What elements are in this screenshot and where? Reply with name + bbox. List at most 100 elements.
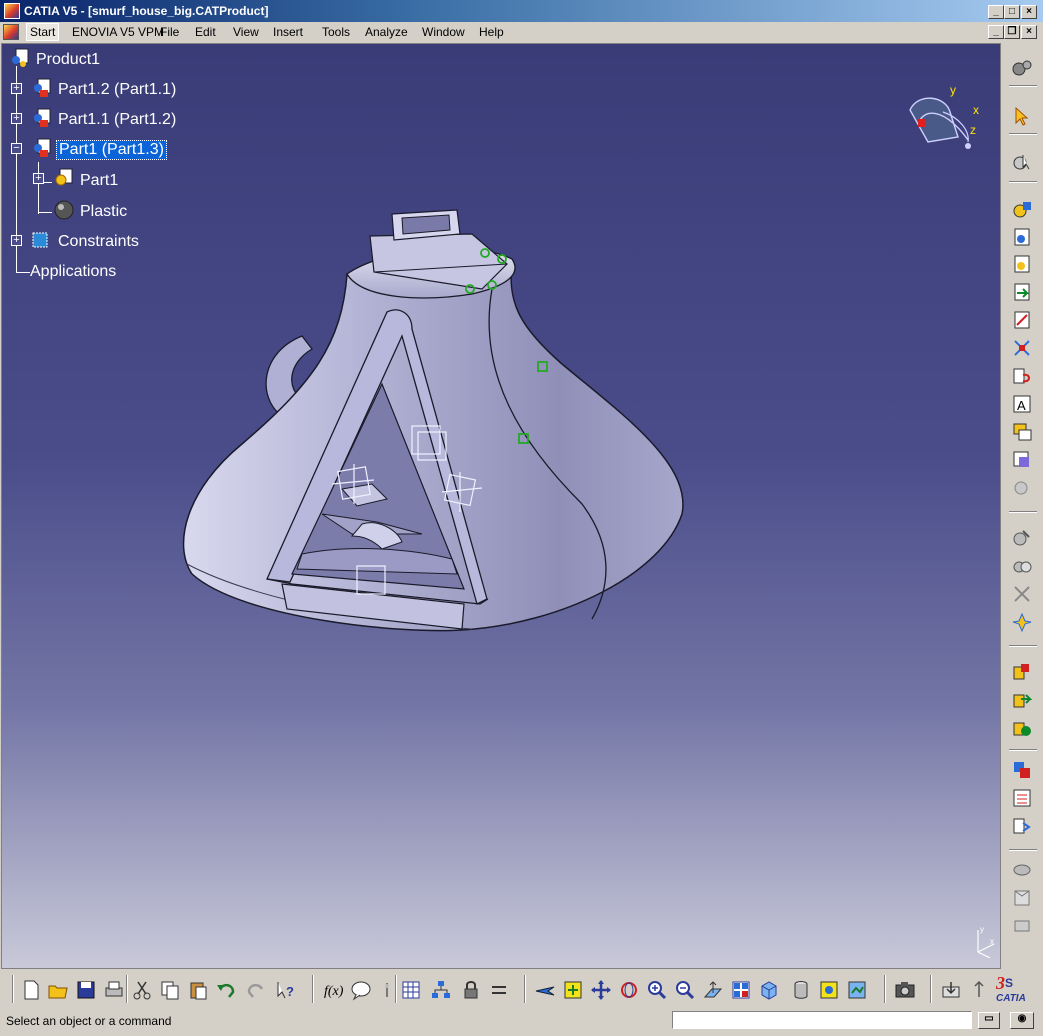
expand-constraints-icon[interactable]: + [11,235,22,246]
svg-text:y: y [980,925,984,934]
tree-node-part1-selected[interactable]: Part1 (Part1.3) [56,140,167,160]
save-icon[interactable] [75,979,97,1001]
fit-all-in-icon[interactable] [562,979,584,1001]
offset-constraint-icon[interactable] [1011,717,1033,739]
close-icon[interactable]: × [1021,5,1037,19]
update-icon[interactable] [1011,759,1033,781]
zoom-in-icon[interactable] [646,979,668,1001]
material-sphere-icon [54,200,74,220]
catalog-browser-icon[interactable] [940,979,962,1001]
new-part-icon[interactable] [1011,253,1033,275]
expand-part1-2-icon[interactable]: + [11,83,22,94]
new-file-icon[interactable] [20,979,42,1001]
enhanced-scene-icon[interactable] [1011,887,1033,909]
menu-bar: Start ENOVIA V5 VPM File Edit View Inser… [0,22,1043,42]
bill-of-material-icon[interactable] [1011,815,1033,837]
fast-multi-instantiation-icon[interactable] [1011,477,1033,499]
space-analysis-icon[interactable] [1011,915,1033,937]
rotate-icon[interactable] [618,979,640,1001]
tree-node-part1-1[interactable]: Part1.1 (Part1.2) [58,111,176,129]
command-input[interactable] [672,1011,972,1029]
document-menu-icon[interactable] [3,24,19,40]
graph-tree-reordering-icon[interactable] [1011,337,1033,359]
lock-icon[interactable] [460,979,482,1001]
knowledge-comment-icon[interactable] [350,979,372,1001]
menu-view[interactable]: View [233,25,259,39]
table-icon[interactable] [400,979,422,1001]
menu-edit[interactable]: Edit [195,25,216,39]
collapse-part1-icon[interactable]: − [11,143,22,154]
menu-analyze[interactable]: Analyze [365,25,408,39]
manage-representations-icon[interactable] [1011,421,1033,443]
open-folder-icon[interactable] [47,979,69,1001]
redo-icon[interactable] [245,979,267,1001]
isometric-view-icon[interactable] [758,979,780,1001]
snap-icon[interactable] [1011,555,1033,577]
print-icon[interactable] [103,979,125,1001]
generate-numbering-icon[interactable] [1011,365,1033,387]
paste-icon[interactable] [187,979,209,1001]
new-component-icon[interactable] [1011,199,1033,221]
power-input-icon[interactable]: ◉ [1010,1012,1034,1029]
3d-viewport[interactable]: y x z y x Product1 + Part1.2 (Part1.1) +… [1,43,1001,969]
coincidence-constraint-icon[interactable] [1011,661,1033,683]
normal-view-icon[interactable] [702,979,724,1001]
equation-icon[interactable] [488,979,510,1001]
menu-enovia[interactable]: ENOVIA V5 VPM [72,25,164,39]
select-arrow-icon[interactable] [1011,105,1033,127]
maximize-icon[interactable]: □ [1004,5,1020,19]
doc-minimize-icon[interactable]: _ [988,25,1004,39]
cut-icon[interactable] [131,979,153,1001]
copy-icon[interactable] [159,979,181,1001]
tree-node-constraints[interactable]: Constraints [58,233,139,251]
replace-component-icon[interactable] [1011,309,1033,331]
doc-restore-icon[interactable]: ❐ [1004,25,1020,39]
scene-icon[interactable] [1011,859,1033,881]
tree-node-product1[interactable]: Product1 [36,51,100,69]
multi-instantiation-icon[interactable] [1011,449,1033,471]
expand-part1-child-icon[interactable]: + [33,173,44,184]
new-product-icon[interactable] [1011,226,1033,248]
menu-tools[interactable]: Tools [322,25,350,39]
selective-load-icon[interactable]: A [1011,393,1033,415]
minimize-icon[interactable]: _ [988,5,1004,19]
select-product-icon[interactable] [1011,151,1033,173]
explode-icon[interactable] [1011,583,1033,605]
stop-manipulate-on-clash-icon[interactable] [1011,611,1033,633]
multi-view-icon[interactable] [730,979,752,1001]
catia-app-icon[interactable] [4,3,20,19]
formula-icon[interactable]: f(x) [322,979,344,1001]
shading-icon[interactable] [790,979,812,1001]
camera-icon[interactable] [894,979,916,1001]
undo-icon[interactable] [215,979,237,1001]
manipulation-icon[interactable] [1011,527,1033,549]
status-toggle-icon[interactable]: ▭ [978,1012,1000,1029]
compass-icon[interactable]: y x z [898,82,988,154]
hierarchy-icon[interactable] [430,979,452,1001]
menu-insert[interactable]: Insert [273,25,303,39]
pan-icon[interactable] [590,979,612,1001]
arrow-up-icon[interactable] [968,979,990,1001]
doc-close-icon[interactable]: × [1021,25,1037,39]
whats-this-icon[interactable]: ? [275,979,297,1001]
tree-node-applications[interactable]: Applications [30,263,116,281]
fly-mode-icon[interactable] [534,979,556,1001]
swap-visible-space-icon[interactable] [846,979,868,1001]
menu-window[interactable]: Window [422,25,465,39]
menu-file[interactable]: File [160,25,179,39]
tree-node-part1-body[interactable]: Part1 [80,172,118,190]
gears-icon[interactable] [1011,57,1033,79]
zoom-out-icon[interactable] [674,979,696,1001]
hide-show-icon[interactable] [818,979,840,1001]
expand-part1-1-icon[interactable]: + [11,113,22,124]
existing-component-icon[interactable] [1011,281,1033,303]
svg-text:3: 3 [995,973,1005,993]
contact-constraint-icon[interactable] [1011,689,1033,711]
svg-text:?: ? [286,984,294,999]
axis-triad-icon: y x [977,925,995,958]
tree-node-plastic[interactable]: Plastic [80,203,127,221]
menu-help[interactable]: Help [479,25,504,39]
tree-node-part1-2[interactable]: Part1.2 (Part1.1) [58,81,176,99]
analyze-dependencies-icon[interactable] [1011,787,1033,809]
menu-start[interactable]: Start [26,23,60,41]
